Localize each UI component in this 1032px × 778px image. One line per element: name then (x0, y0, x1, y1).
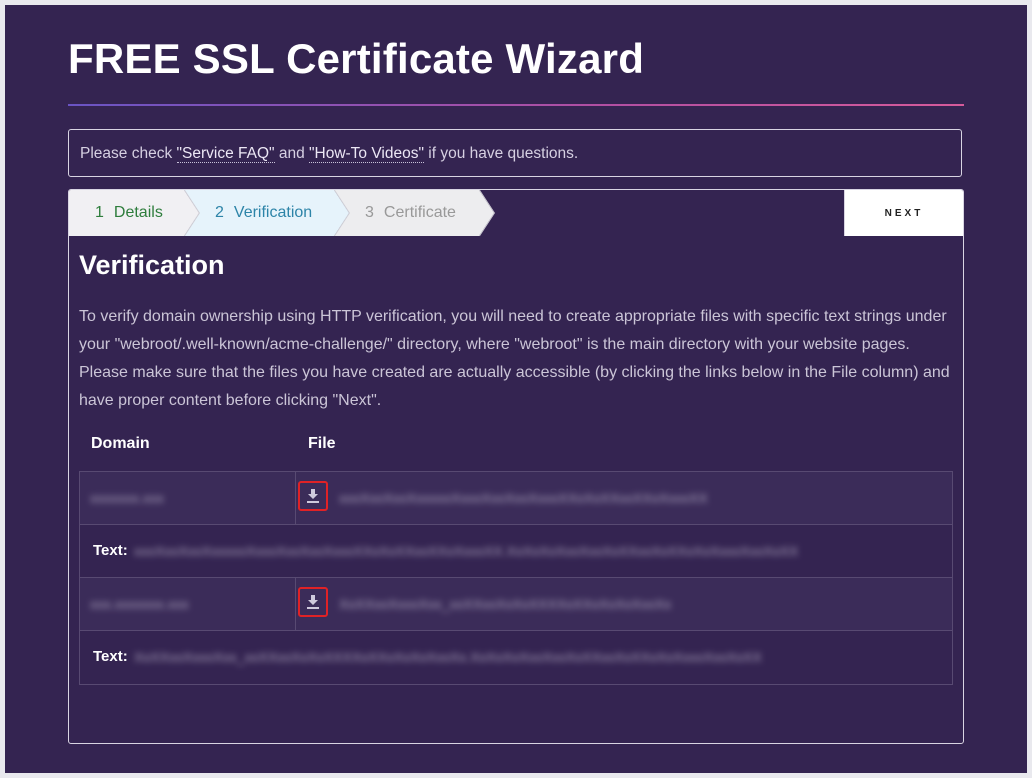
step-details[interactable]: 1 Details (69, 190, 199, 236)
step-label: Verification (233, 204, 313, 221)
file-link[interactable]: xxxXxxXxxXxxxxxXxxxXxxXxxXxxxXXxXxXXxxXX… (339, 490, 708, 506)
next-button[interactable]: NEXT (844, 190, 963, 236)
verification-table: xxxxxxx.xxx xxxXxxXxxXxxxxxXxxxXxxXxxXxx… (79, 471, 953, 685)
service-faq-link[interactable]: "Service FAQ" (176, 145, 275, 163)
file-column-header: File (308, 435, 336, 452)
step-label: Certificate (383, 204, 456, 221)
help-notice: Please check "Service FAQ" and "How-To V… (68, 129, 962, 177)
text-label: Text: (93, 648, 128, 665)
download-icon (307, 489, 319, 503)
text-label: Text: (93, 542, 128, 559)
title-divider (68, 104, 964, 106)
file-row: xxxxxxx.xxx xxxXxxXxxXxxxxxXxxxXxxXxxXxx… (80, 472, 952, 525)
step-number: 1 (95, 204, 104, 221)
wizard-panel: 1 Details 2 Verification 3 Certificate NEXT… (68, 189, 964, 744)
step-label: Details (113, 204, 163, 221)
step-number: 3 (365, 204, 374, 221)
page-title: FREE SSL Certificate Wizard (68, 35, 645, 82)
text-row: Text: xxxXxxXxxXxxxxxXxxxXxxXxxXxxxXXxXx… (80, 525, 952, 578)
download-icon (307, 595, 319, 609)
text-value: xxxXxxXxxXxxxxxXxxxXxxXxxXxxxXXxXxXXxxXX… (134, 543, 799, 559)
download-button[interactable] (298, 587, 328, 617)
step-verification[interactable]: 2 Verification (184, 190, 349, 236)
text-row: Text: XxXXxxXxxxXxx_xxXXxxXxXxXXXXxXXxXx… (80, 631, 952, 684)
notice-prefix: Please check (80, 145, 177, 162)
wizard-steps: 1 Details 2 Verification 3 Certificate NEXT (69, 190, 963, 236)
file-link[interactable]: XxXXxxXxxxXxx_xxXXxxXxXxXXXXxXXxXxXxXxxX… (339, 596, 671, 612)
section-title: Verification (79, 250, 225, 280)
how-to-videos-link[interactable]: "How-To Videos" (309, 145, 424, 163)
domain-value: xxx.xxxxxxx.xxx (90, 596, 189, 612)
file-row: xxx.xxxxxxx.xxx XxXXxxXxxxXxx_xxXXxxXxXx… (80, 578, 952, 631)
text-value: XxXXxxXxxxXxx_xxXXxxXxXxXXXXxXXxXxXxXxxX… (134, 649, 762, 665)
domain-value: xxxxxxx.xxx (90, 490, 164, 506)
page-frame: FREE SSL Certificate Wizard Please check… (5, 5, 1027, 773)
domain-cell: xxx.xxxxxxx.xxx (80, 578, 296, 630)
notice-suffix: if you have questions. (423, 145, 579, 162)
verification-instructions: To verify domain ownership using HTTP ve… (79, 308, 950, 409)
domain-cell: xxxxxxx.xxx (80, 472, 296, 524)
step-number: 2 (215, 204, 224, 221)
step-certificate[interactable]: 3 Certificate (334, 190, 494, 236)
domain-column-header: Domain (91, 435, 150, 452)
notice-middle: and (274, 145, 309, 162)
download-button[interactable] (298, 481, 328, 511)
